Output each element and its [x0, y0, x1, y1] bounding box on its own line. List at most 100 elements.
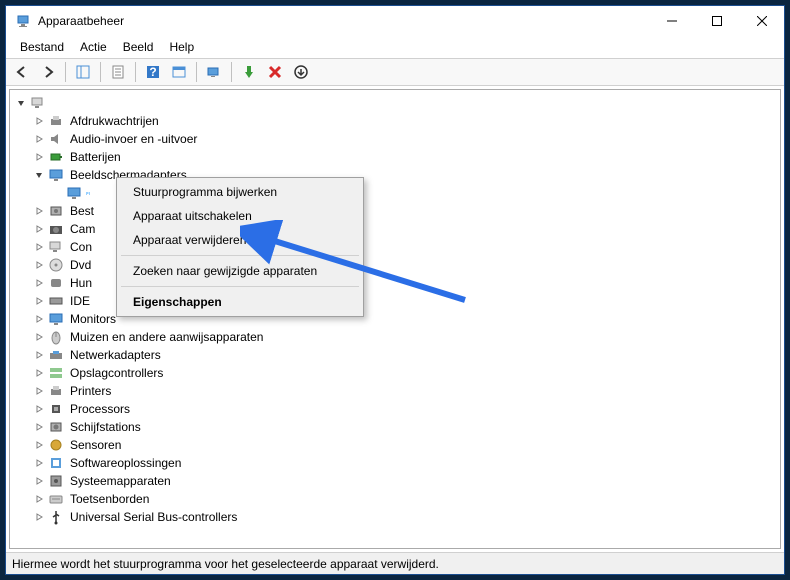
tree-category-label: Audio-invoer en -uitvoer — [68, 131, 199, 147]
computer-icon — [30, 95, 46, 111]
enable-button[interactable] — [237, 60, 261, 84]
expand-icon[interactable] — [32, 240, 46, 254]
usb-icon — [48, 509, 64, 525]
help-button[interactable]: ? — [141, 60, 165, 84]
expand-icon[interactable] — [32, 114, 46, 128]
storage-icon — [48, 365, 64, 381]
expand-icon[interactable] — [32, 294, 46, 308]
expand-icon[interactable] — [32, 438, 46, 452]
expand-icon[interactable] — [32, 258, 46, 272]
camera-icon — [48, 221, 64, 237]
tree-category-label: Batterijen — [68, 149, 123, 165]
tree-category-label: Printers — [68, 383, 113, 399]
context-menu: Stuurprogramma bijwerken Apparaat uitsch… — [116, 177, 364, 317]
software-icon — [48, 455, 64, 471]
tree-category-label: Dvd — [68, 257, 93, 273]
expand-icon[interactable] — [32, 366, 46, 380]
show-hide-tree-button[interactable] — [71, 60, 95, 84]
menubar: Bestand Actie Beeld Help — [6, 36, 784, 58]
scan-hardware-button[interactable] — [202, 60, 226, 84]
tree-category-label: Hun — [68, 275, 94, 291]
tree-category-label: Cam — [68, 221, 97, 237]
statusbar: Hiermee wordt het stuurprogramma voor he… — [6, 552, 784, 574]
expand-icon[interactable] — [14, 96, 28, 110]
mouse-icon — [48, 329, 64, 345]
tree-category[interactable]: Softwareoplossingen — [12, 454, 778, 472]
ctx-disable-device[interactable]: Apparaat uitschakelen — [119, 204, 361, 228]
uninstall-button[interactable] — [263, 60, 287, 84]
expand-icon[interactable] — [32, 276, 46, 290]
menu-action[interactable]: Actie — [72, 37, 115, 57]
battery-icon — [48, 149, 64, 165]
minimize-button[interactable] — [649, 6, 694, 36]
update-driver-button[interactable] — [289, 60, 313, 84]
tree-category[interactable]: Processors — [12, 400, 778, 418]
back-button[interactable] — [10, 60, 34, 84]
ctx-scan-hardware[interactable]: Zoeken naar gewijzigde apparaten — [119, 259, 361, 283]
sensor-icon — [48, 437, 64, 453]
expand-icon[interactable] — [32, 402, 46, 416]
expand-icon[interactable] — [32, 492, 46, 506]
tree-category-label: Monitors — [68, 311, 118, 327]
expand-icon[interactable] — [32, 348, 46, 362]
expand-icon[interactable] — [32, 456, 46, 470]
tree-category[interactable]: Universal Serial Bus-controllers — [12, 508, 778, 526]
expand-icon[interactable] — [32, 384, 46, 398]
expand-icon[interactable] — [32, 132, 46, 146]
menu-help[interactable]: Help — [161, 37, 202, 57]
tree-category-label: Opslagcontrollers — [68, 365, 165, 381]
tree-category[interactable]: Muizen en andere aanwijsapparaten — [12, 328, 778, 346]
tree-category-label: Schijfstations — [68, 419, 143, 435]
cpu-icon — [48, 401, 64, 417]
menu-view[interactable]: Beeld — [115, 37, 162, 57]
expand-icon[interactable] — [32, 222, 46, 236]
tree-category[interactable]: Afdrukwachtrijen — [12, 112, 778, 130]
expand-icon[interactable] — [32, 204, 46, 218]
toolbar: ? — [6, 58, 784, 86]
window-title: Apparaatbeheer — [38, 14, 649, 28]
tree-category-label: Processors — [68, 401, 132, 417]
tree-category[interactable]: Sensoren — [12, 436, 778, 454]
ctx-properties[interactable]: Eigenschappen — [119, 290, 361, 314]
maximize-button[interactable] — [694, 6, 739, 36]
expand-icon[interactable] — [32, 474, 46, 488]
tree-category[interactable]: Audio-invoer en -uitvoer — [12, 130, 778, 148]
tree-category[interactable]: Systeemapparaten — [12, 472, 778, 490]
tree-category-label: Systeemapparaten — [68, 473, 173, 489]
tree-category[interactable]: Toetsenborden — [12, 490, 778, 508]
toolbar-separator — [231, 62, 232, 82]
app-icon — [16, 13, 32, 29]
tree-root-label — [50, 102, 54, 104]
close-button[interactable] — [739, 6, 784, 36]
svg-text:?: ? — [149, 65, 156, 79]
forward-button[interactable] — [36, 60, 60, 84]
tree-root[interactable] — [12, 94, 778, 112]
hdd-icon — [48, 203, 64, 219]
tree-category-label: Toetsenborden — [68, 491, 151, 507]
tree-category[interactable]: Schijfstations — [12, 418, 778, 436]
titlebar[interactable]: Apparaatbeheer — [6, 6, 784, 36]
menu-file[interactable]: Bestand — [12, 37, 72, 57]
expand-icon[interactable] — [32, 510, 46, 524]
tree-category-label: Universal Serial Bus-controllers — [68, 509, 239, 525]
tree-category[interactable]: Printers — [12, 382, 778, 400]
tree-category[interactable]: Netwerkadapters — [12, 346, 778, 364]
printer2-icon — [48, 383, 64, 399]
ctx-update-driver[interactable]: Stuurprogramma bijwerken — [119, 180, 361, 204]
expand-icon[interactable] — [32, 168, 46, 182]
tree-category-label: Softwareoplossingen — [68, 455, 183, 471]
ctx-remove-device[interactable]: Apparaat verwijderen — [119, 228, 361, 252]
expand-icon[interactable] — [32, 330, 46, 344]
expand-icon[interactable] — [32, 312, 46, 326]
expand-icon[interactable] — [32, 150, 46, 164]
toolbar-icon[interactable] — [167, 60, 191, 84]
tree-category[interactable]: Opslagcontrollers — [12, 364, 778, 382]
disc-icon — [48, 257, 64, 273]
tree-category[interactable]: Batterijen — [12, 148, 778, 166]
tree-category-label: Best — [68, 203, 96, 219]
ide-icon — [48, 293, 64, 309]
properties-button[interactable] — [106, 60, 130, 84]
toolbar-separator — [135, 62, 136, 82]
tree-content[interactable]: AfdrukwachtrijenAudio-invoer en -uitvoer… — [9, 89, 781, 549]
expand-icon[interactable] — [32, 420, 46, 434]
